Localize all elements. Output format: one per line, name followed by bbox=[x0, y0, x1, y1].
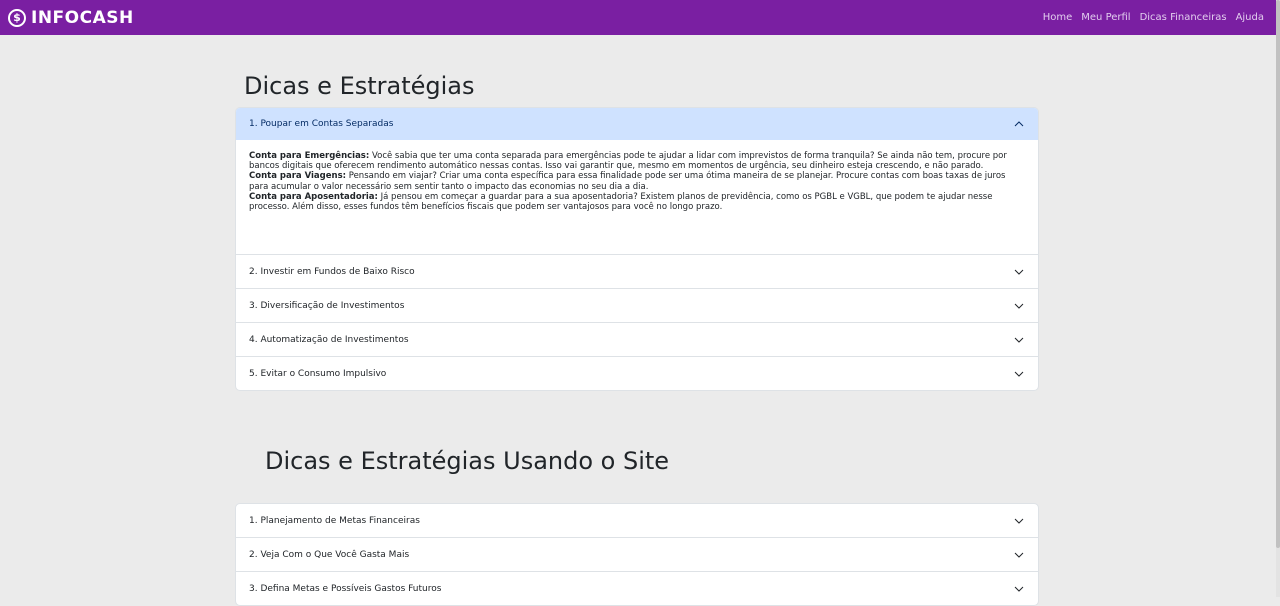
accordion-header-label: 3. Diversificação de Investimentos bbox=[249, 300, 405, 311]
page-scrollbar[interactable] bbox=[1276, 0, 1280, 597]
accordion-header-metas-futuras[interactable]: 3. Defina Metas e Possíveis Gastos Futur… bbox=[236, 572, 1038, 605]
tip-heading: Conta para Emergências: bbox=[249, 151, 370, 161]
tip-text: Pensando em viajar? Criar uma conta espe… bbox=[249, 171, 1006, 192]
section-title-dicas: Dicas e Estratégias bbox=[244, 72, 475, 100]
accordion-header-planejamento[interactable]: 1. Planejamento de Metas Financeiras bbox=[236, 504, 1038, 537]
section-title-usando-site: Dicas e Estratégias Usando o Site bbox=[265, 447, 670, 475]
accordion-header-diversificacao[interactable]: 3. Diversificação de Investimentos bbox=[236, 289, 1038, 322]
accordion-item: 4. Automatização de Investimentos bbox=[236, 323, 1038, 357]
accordion-header-label: 1. Poupar em Contas Separadas bbox=[249, 119, 394, 129]
accordion-header-poupar[interactable]: 1. Poupar em Contas Separadas bbox=[236, 108, 1038, 140]
accordion-item: 3. Diversificação de Investimentos bbox=[236, 289, 1038, 323]
brand-name: INFOCASH bbox=[31, 7, 134, 28]
top-navbar: $ INFOCASH Home Meu Perfil Dicas Finance… bbox=[0, 0, 1276, 35]
accordion-item: 3. Defina Metas e Possíveis Gastos Futur… bbox=[236, 572, 1038, 605]
accordion-usando-site: 1. Planejamento de Metas Financeiras 2. … bbox=[235, 503, 1039, 606]
nav-link-ajuda[interactable]: Ajuda bbox=[1236, 12, 1264, 23]
accordion-dicas: 1. Poupar em Contas Separadas Conta para… bbox=[235, 107, 1039, 391]
accordion-body-poupar: Conta para Emergências: Você sabia que t… bbox=[236, 140, 1038, 254]
scrollbar-thumb[interactable] bbox=[1276, 0, 1280, 548]
accordion-header-label: 4. Automatização de Investimentos bbox=[249, 334, 409, 345]
chevron-down-icon bbox=[1014, 335, 1024, 345]
accordion-header-consumo[interactable]: 5. Evitar o Consumo Impulsivo bbox=[236, 357, 1038, 390]
accordion-header-automatizacao[interactable]: 4. Automatização de Investimentos bbox=[236, 323, 1038, 356]
nav-links: Home Meu Perfil Dicas Financeiras Ajuda bbox=[1034, 12, 1264, 23]
accordion-header-label: 1. Planejamento de Metas Financeiras bbox=[249, 515, 420, 526]
tip-paragraph: Conta para Viagens: Pensando em viajar? … bbox=[249, 171, 1025, 191]
tip-heading: Conta para Aposentadoria: bbox=[249, 191, 378, 202]
accordion-header-label: 5. Evitar o Consumo Impulsivo bbox=[249, 368, 387, 379]
tip-paragraph: Conta para Emergências: Você sabia que t… bbox=[249, 151, 1025, 171]
accordion-item: 5. Evitar o Consumo Impulsivo bbox=[236, 357, 1038, 390]
accordion-item: 2. Investir em Fundos de Baixo Risco bbox=[236, 255, 1038, 289]
chevron-down-icon bbox=[1014, 369, 1024, 379]
tip-heading: Conta para Viagens: bbox=[249, 171, 347, 182]
dollar-coin-icon: $ bbox=[8, 8, 26, 27]
nav-link-home[interactable]: Home bbox=[1043, 12, 1073, 23]
chevron-down-icon bbox=[1014, 584, 1024, 594]
accordion-header-gastos[interactable]: 2. Veja Com o Que Você Gasta Mais bbox=[236, 538, 1038, 571]
accordion-item: 2. Veja Com o Que Você Gasta Mais bbox=[236, 538, 1038, 572]
chevron-down-icon bbox=[1014, 301, 1024, 311]
accordion-item: 1. Planejamento de Metas Financeiras bbox=[236, 504, 1038, 538]
chevron-down-icon bbox=[1014, 516, 1024, 526]
chevron-down-icon bbox=[1014, 267, 1024, 277]
accordion-header-label: 2. Veja Com o Que Você Gasta Mais bbox=[249, 549, 410, 560]
brand-logo[interactable]: $ INFOCASH bbox=[8, 8, 134, 28]
nav-link-meu-perfil[interactable]: Meu Perfil bbox=[1081, 12, 1130, 23]
accordion-item: 1. Poupar em Contas Separadas Conta para… bbox=[236, 108, 1038, 255]
accordion-header-label: 3. Defina Metas e Possíveis Gastos Futur… bbox=[249, 583, 442, 594]
chevron-down-icon bbox=[1014, 550, 1024, 560]
tip-paragraph: Conta para Aposentadoria: Já pensou em c… bbox=[249, 192, 1025, 212]
accordion-header-label: 2. Investir em Fundos de Baixo Risco bbox=[249, 266, 415, 277]
accordion-header-investir[interactable]: 2. Investir em Fundos de Baixo Risco bbox=[236, 255, 1038, 288]
nav-link-dicas-financeiras[interactable]: Dicas Financeiras bbox=[1140, 12, 1227, 23]
chevron-up-icon bbox=[1014, 119, 1024, 129]
